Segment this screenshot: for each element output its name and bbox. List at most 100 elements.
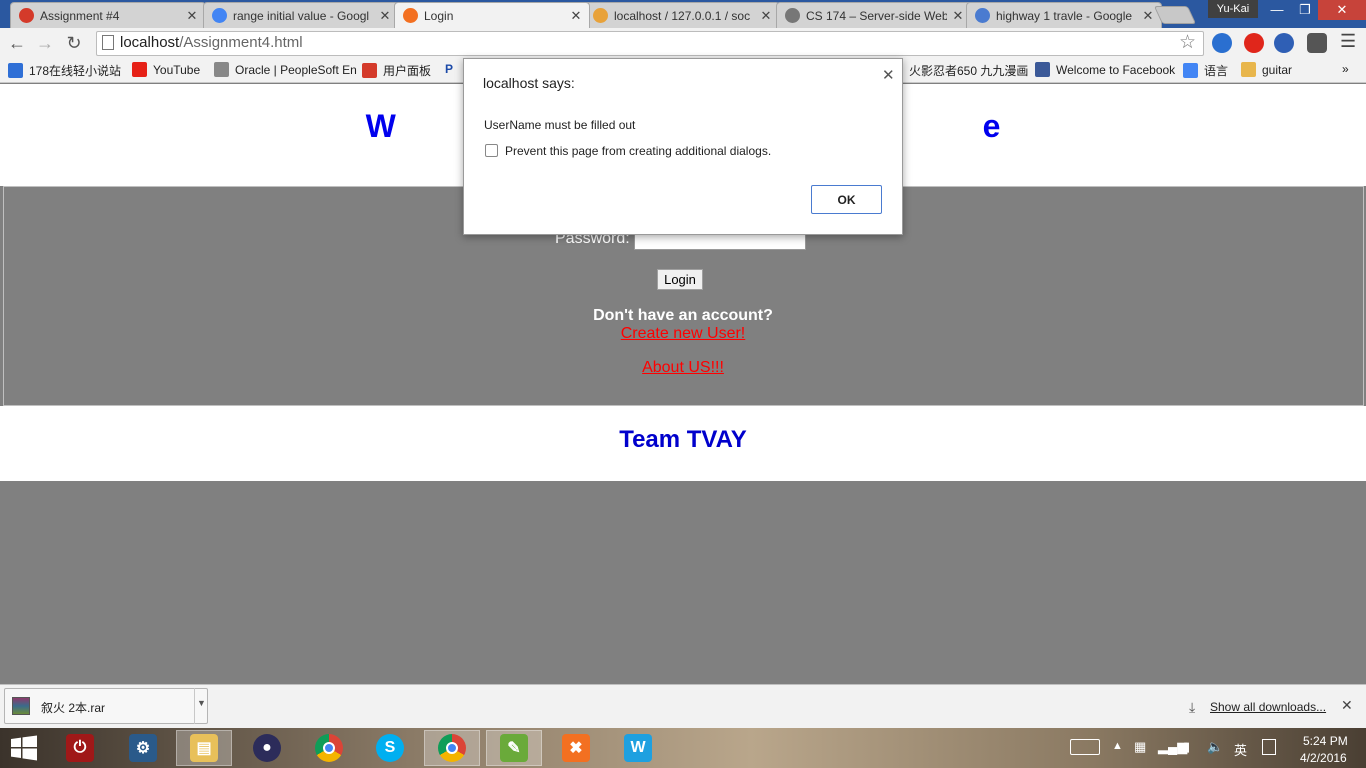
bookmark-label: 178在线轻小说站	[29, 64, 122, 78]
show-all-downloads-link[interactable]: Show all downloads...	[1210, 700, 1326, 714]
circle-dotted-icon	[19, 8, 34, 23]
download-icon: ⤓	[1189, 699, 1196, 715]
action-center-icon[interactable]	[1262, 739, 1276, 755]
bookmark-item[interactable]: 178在线轻小说站	[8, 62, 121, 79]
phpmyadmin-icon	[593, 8, 608, 23]
extension-new-icon[interactable]	[1212, 33, 1232, 53]
bookmark-item[interactable]: P	[445, 62, 453, 76]
about-us-link-text[interactable]: About US!!!	[642, 359, 724, 376]
reload-icon[interactable]: ↻	[63, 32, 85, 54]
bookmark-label: 语言	[1204, 64, 1229, 78]
tab-close-icon[interactable]: ✕	[569, 8, 583, 24]
volume-icon[interactable]: 🔈	[1207, 739, 1223, 755]
bookmark-item[interactable]: 语言	[1183, 62, 1228, 79]
taskbar-button[interactable]: ✖	[548, 730, 604, 766]
tab-close-icon[interactable]: ✕	[185, 8, 199, 24]
taskbar-button[interactable]	[301, 730, 357, 766]
tab-6[interactable]: highway 1 travle - Google ✕	[966, 2, 1162, 28]
tab-close-icon[interactable]: ✕	[378, 8, 392, 24]
youtube-icon	[132, 62, 147, 77]
taskbar-button[interactable]: S	[362, 730, 418, 766]
team-name: Team TVAY	[619, 426, 747, 453]
battery-icon[interactable]: ▮	[1183, 739, 1190, 755]
prevent-dialogs-checkbox[interactable]	[485, 144, 498, 157]
bookmark-star-icon[interactable]: ☆	[1179, 31, 1196, 54]
globe-extension-icon[interactable]	[1274, 33, 1294, 53]
ime-indicator[interactable]: 英	[1234, 740, 1247, 759]
taskbar-button[interactable]: ⏻	[52, 730, 108, 766]
prevent-dialogs-label[interactable]: Prevent this page from creating addition…	[505, 144, 771, 158]
page-icon	[785, 8, 800, 23]
bookmark-label: P	[445, 62, 454, 76]
dialog-close-icon[interactable]: ✕	[882, 66, 895, 84]
w-app-icon: W	[624, 734, 652, 762]
tab-2[interactable]: range initial value - Googl ✕	[203, 2, 399, 28]
bookmark-label: Welcome to Facebook	[1056, 62, 1176, 77]
bookmark-item[interactable]: 用户面板	[362, 62, 431, 79]
windows-start-icon[interactable]	[10, 735, 38, 761]
download-item[interactable]	[4, 688, 208, 724]
tab-5[interactable]: CS 174 – Server-side Web ✕	[776, 2, 972, 28]
bookmark-item[interactable]: Oracle | PeopleSoft En	[214, 62, 357, 77]
back-icon[interactable]: ←	[6, 32, 28, 54]
tab-title: highway 1 travle - Google	[996, 8, 1133, 23]
tab-close-icon[interactable]: ✕	[759, 8, 773, 24]
tab-close-icon[interactable]: ✕	[951, 8, 965, 24]
close-window-icon[interactable]: ✕	[1318, 0, 1366, 20]
docs-icon	[975, 8, 990, 23]
file-explorer-icon: ▤	[190, 734, 218, 762]
close-download-shelf-icon[interactable]: ✕	[1341, 697, 1353, 714]
bookmark-label: Oracle | PeopleSoft En	[235, 62, 357, 77]
bookmark-item[interactable]: guitar	[1241, 62, 1292, 77]
tab-3[interactable]: Login ✕	[394, 2, 590, 28]
bookmark-label: 火影忍者650 九九漫画	[909, 64, 1029, 78]
profile-button[interactable]: Yu-Kai	[1208, 0, 1258, 18]
bookmark-item[interactable]: 火影忍者650 九九漫画	[888, 62, 1028, 79]
minimize-icon[interactable]: —	[1262, 0, 1292, 20]
dialog-message: UserName must be filled out	[484, 118, 636, 132]
taskbar-button[interactable]: ●	[239, 730, 295, 766]
login-button[interactable]: Login	[657, 269, 703, 290]
tray-up-chevron-icon[interactable]: ▲	[1112, 740, 1123, 752]
taskbar-button[interactable]: W	[610, 730, 666, 766]
tab-title: localhost / 127.0.0.1 / soc	[614, 8, 751, 23]
xampp-icon	[403, 8, 418, 23]
create-user-link[interactable]: Create new User!	[0, 325, 1366, 343]
bookmarks-overflow-icon[interactable]: »	[1342, 62, 1349, 76]
tab-close-icon[interactable]: ✕	[1141, 8, 1155, 24]
control-panel-icon: ⚙	[129, 734, 157, 762]
alert-dialog: localhost says: ✕ UserName must be fille…	[463, 58, 903, 235]
clock-time[interactable]: 5:24 PM	[1303, 734, 1348, 748]
url-host: localhost	[120, 34, 180, 51]
menu-icon[interactable]: ☰	[1340, 31, 1356, 52]
url-text[interactable]: localhost/Assignment4.html	[120, 34, 303, 51]
chrome-icon	[438, 734, 466, 762]
rar-file-icon	[12, 697, 30, 715]
network-windows-icon[interactable]: ▦	[1134, 739, 1146, 755]
no-account-text: Don't have an account?	[593, 307, 773, 324]
bookmark-item[interactable]: Welcome to Facebook	[1035, 62, 1175, 77]
download-filename[interactable]: 叙火 2本.rar	[41, 699, 105, 716]
keyboard-icon[interactable]	[1070, 739, 1100, 755]
restore-icon[interactable]: ❐	[1292, 0, 1318, 20]
about-us-link[interactable]: About US!!!	[0, 359, 1366, 377]
taskbar-button[interactable]: ⚙	[115, 730, 171, 766]
download-menu-chevron-icon[interactable]: ▼	[194, 688, 208, 724]
bookmark-item[interactable]: YouTube	[132, 62, 200, 77]
notepad-icon: ✎	[500, 734, 528, 762]
clock-date[interactable]: 4/2/2016	[1300, 751, 1347, 765]
opera-extension-icon[interactable]	[1244, 33, 1264, 53]
tab-4[interactable]: localhost / 127.0.0.1 / soc ✕	[584, 2, 780, 28]
taskbar-button[interactable]	[424, 730, 480, 766]
create-user-link-text[interactable]: Create new User!	[621, 325, 746, 342]
shield-extension-icon[interactable]	[1307, 33, 1327, 53]
forward-icon[interactable]: →	[34, 32, 56, 54]
facebook-icon	[1035, 62, 1050, 77]
ok-button[interactable]: OK	[811, 185, 882, 214]
taskbar-button[interactable]: ✎	[486, 730, 542, 766]
skype-icon: S	[376, 734, 404, 762]
bookmark-site-icon	[8, 63, 23, 78]
tab-1[interactable]: Assignment #4 ✕	[10, 2, 206, 28]
taskbar-button[interactable]: ▤	[176, 730, 232, 766]
folder-icon	[1241, 62, 1256, 77]
